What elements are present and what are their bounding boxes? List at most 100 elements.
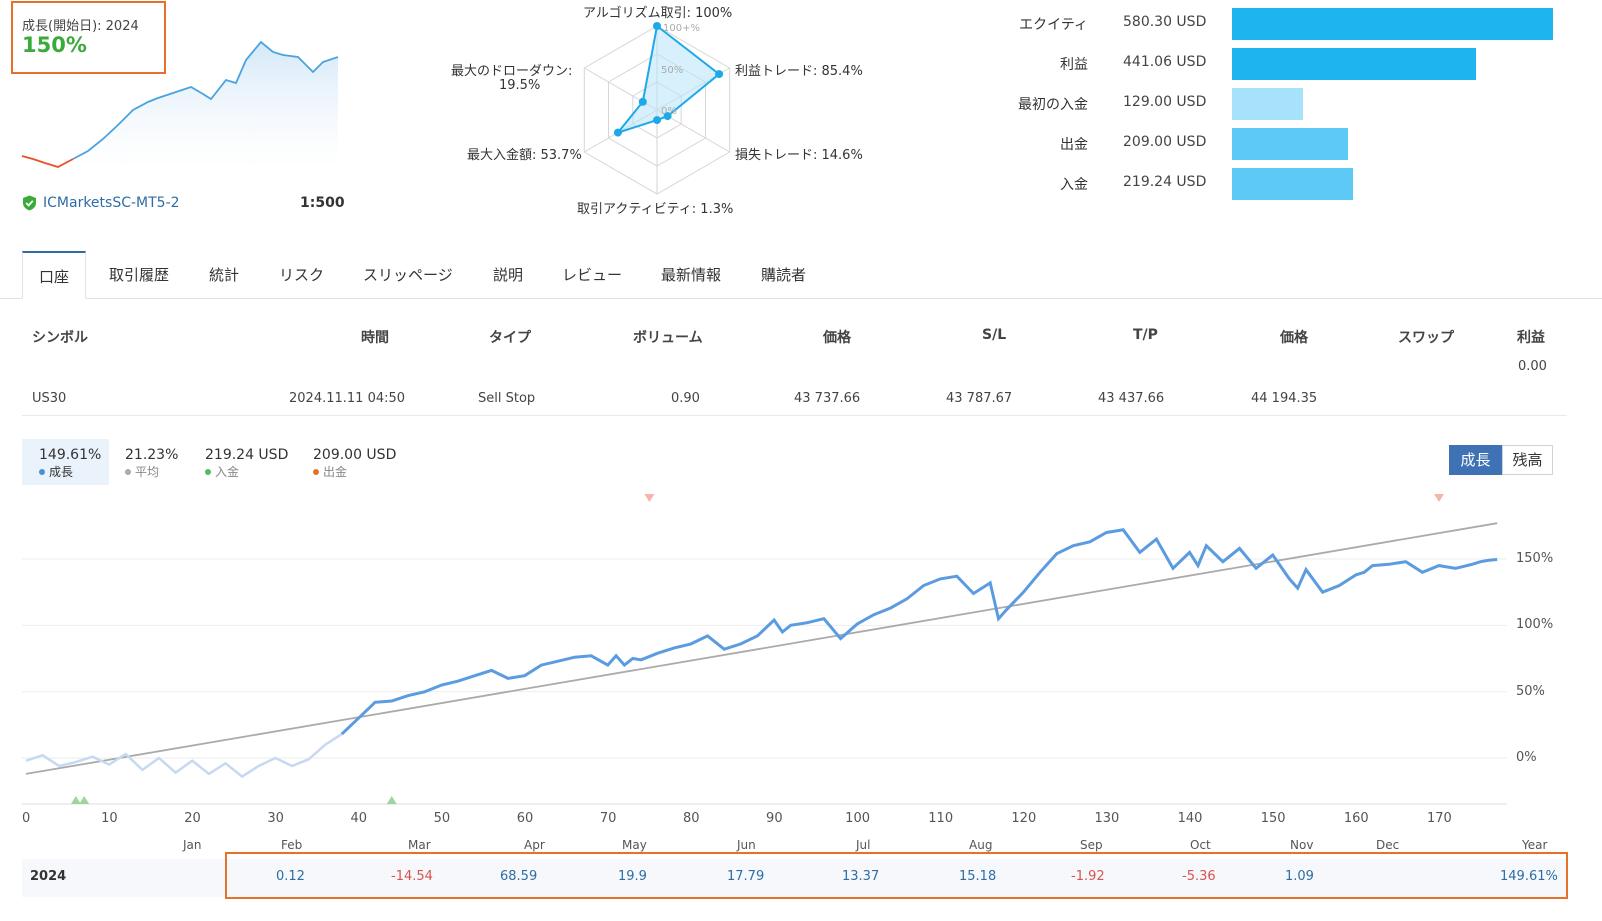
growth-chart[interactable] <box>0 490 1602 810</box>
x-tick-14: 140 <box>1177 811 1203 826</box>
fin-value-0: 580.30 USD <box>1123 14 1207 30</box>
radar-point-3 <box>653 116 661 125</box>
col-tp[interactable]: T/P <box>1133 327 1158 343</box>
col-time[interactable]: 時間 <box>361 327 389 347</box>
year-value-may[interactable]: 19.9 <box>618 869 647 884</box>
balance-toggle-button[interactable]: 残高 <box>1502 445 1553 475</box>
month-8: Sep <box>1080 838 1103 852</box>
month-6: Jul <box>856 838 871 852</box>
year-value-year[interactable]: 149.61% <box>1500 869 1558 884</box>
cell-symbol: US30 <box>32 391 67 406</box>
broker-name: ICMarketsSC-MT5-2 <box>43 195 180 211</box>
tab-news[interactable]: 最新情報 <box>645 251 737 299</box>
year-value-nov[interactable]: 1.09 <box>1285 869 1314 884</box>
fin-label-4: 入金 <box>1060 177 1088 193</box>
fin-bar-1[interactable] <box>1232 48 1476 80</box>
month-0: Jan <box>183 838 202 852</box>
radar-ring-100: 100+% <box>663 23 700 34</box>
fin-label-0: エクイティ <box>1019 17 1088 33</box>
legend-withdrawal-dot <box>313 468 319 475</box>
tab-slippage[interactable]: スリッページ <box>347 251 469 299</box>
legend-average-dot <box>125 468 131 475</box>
fin-bar-2[interactable] <box>1232 88 1303 120</box>
legend-average-value[interactable]: 21.23% <box>125 447 178 463</box>
x-tick-17: 170 <box>1427 811 1452 826</box>
col-symbol[interactable]: シンボル <box>32 327 88 347</box>
chart-gridlines <box>22 558 1507 805</box>
radar-label-loss-trades: 損失トレード: 14.6% <box>735 148 863 163</box>
legend-growth-value[interactable]: 149.61% <box>39 447 101 463</box>
tab-account[interactable]: 口座 <box>22 251 87 299</box>
fin-bar-4[interactable] <box>1232 168 1353 200</box>
tab-reviews[interactable]: レビュー <box>546 251 638 299</box>
radar-point-5 <box>638 97 647 106</box>
year-value-oct[interactable]: -5.36 <box>1182 869 1216 884</box>
deposit-marker-2 <box>386 796 397 804</box>
col-price[interactable]: 価格 <box>823 327 851 347</box>
x-tick-8: 80 <box>682 811 700 826</box>
year-value-jun[interactable]: 17.79 <box>727 869 764 884</box>
fin-value-3: 209.00 USD <box>1123 134 1207 150</box>
radar-label-profit-trades: 利益トレード: 85.4% <box>735 64 863 79</box>
fin-bar-0[interactable] <box>1232 8 1553 40</box>
month-10: Nov <box>1290 838 1314 852</box>
col-sl[interactable]: S/L <box>982 327 1006 343</box>
col-current-price[interactable]: 価格 <box>1280 327 1308 347</box>
legend-withdrawal-value[interactable]: 209.00 USD <box>313 447 396 463</box>
x-tick-15: 150 <box>1260 811 1286 826</box>
year-value-feb[interactable]: 0.12 <box>276 869 305 884</box>
x-tick-1: 10 <box>101 811 118 826</box>
year-value-aug[interactable]: 15.18 <box>959 869 996 884</box>
radar-point-4 <box>613 128 622 137</box>
leverage: 1:500 <box>300 195 345 211</box>
tab-risk[interactable]: リスク <box>263 251 340 299</box>
fin-bar-3[interactable] <box>1232 128 1348 160</box>
growth-label: 成長(開始日): 2024 <box>22 19 139 34</box>
year-value-apr[interactable]: 68.59 <box>500 869 537 884</box>
month-5: Jun <box>737 838 756 852</box>
fin-value-4: 219.24 USD <box>1123 174 1207 190</box>
radar-ring-0: 0% <box>661 106 677 117</box>
col-profit[interactable]: 利益 <box>1517 327 1545 347</box>
col-volume[interactable]: ボリューム <box>633 327 703 347</box>
fin-value-1: 441.06 USD <box>1123 54 1207 70</box>
growth-toggle-button[interactable]: 成長 <box>1449 445 1502 475</box>
month-4: May <box>622 838 647 852</box>
col-type[interactable]: タイプ <box>489 327 531 347</box>
radar-ring-50: 50% <box>661 65 683 76</box>
legend-growth-label: 成長 <box>39 463 73 480</box>
mini-chart-area <box>73 42 338 170</box>
growth-line-early <box>25 733 343 779</box>
legend-deposit-value[interactable]: 219.24 USD <box>205 447 288 463</box>
year-value-sep[interactable]: -1.92 <box>1071 869 1105 884</box>
growth-line <box>340 528 1498 736</box>
tab-subscribers[interactable]: 購読者 <box>745 251 822 299</box>
col-swap[interactable]: スワップ <box>1398 327 1454 347</box>
radar-label-drawdown: 最大のドローダウン: <box>451 64 573 79</box>
legend-growth-dot <box>39 468 45 475</box>
total-profit: 0.00 <box>1518 359 1547 374</box>
month-7: Aug <box>969 838 993 852</box>
x-tick-13: 130 <box>1094 811 1120 826</box>
month-2: Mar <box>408 838 431 852</box>
row-separator <box>22 415 1567 416</box>
radar-label-max-deposit: 最大入金額: 53.7% <box>467 148 582 163</box>
month-1: Feb <box>281 838 303 852</box>
month-3: Apr <box>524 838 545 852</box>
x-tick-16: 160 <box>1343 811 1369 826</box>
tab-trade-history[interactable]: 取引履歴 <box>93 251 185 299</box>
deposit-marker-1 <box>79 796 90 804</box>
tab-description[interactable]: 説明 <box>477 251 539 299</box>
month-9: Oct <box>1190 838 1211 852</box>
mini-chart-drawdown-line <box>21 155 74 168</box>
year-value-jul[interactable]: 13.37 <box>842 869 879 884</box>
year-value-mar[interactable]: -14.54 <box>391 869 433 884</box>
x-tick-0: 0 <box>22 811 31 826</box>
tab-statistics[interactable]: 統計 <box>193 251 255 299</box>
cell-volume: 0.90 <box>671 391 700 406</box>
x-tick-12: 120 <box>1011 811 1037 826</box>
x-tick-4: 40 <box>350 811 368 826</box>
legend-average-label: 平均 <box>125 463 159 480</box>
mini-growth-chart[interactable] <box>18 35 343 170</box>
broker-server[interactable]: ICMarketsSC-MT5-2 <box>22 195 180 211</box>
